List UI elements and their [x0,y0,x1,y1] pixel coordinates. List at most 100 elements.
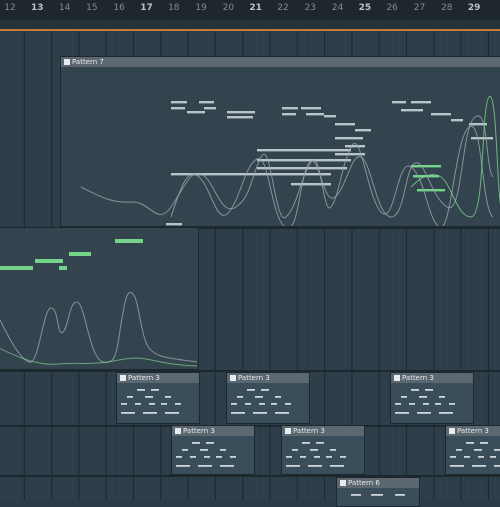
clip-header[interactable]: Pattern 3 [391,373,473,383]
note [275,396,281,398]
clip-menu-icon[interactable] [230,375,236,381]
bar-number: 16 [113,3,125,13]
note [480,442,488,444]
bar-number: 15 [86,3,98,13]
note [259,403,265,405]
pattern-3-clip[interactable]: Pattern 3 [116,372,200,424]
note [472,465,486,467]
note [466,442,474,444]
note [450,456,456,458]
note [451,119,463,122]
pattern-3-clip[interactable]: Pattern 3 [390,372,474,424]
note [149,403,155,405]
note [282,107,298,110]
note [439,396,445,398]
note [175,403,181,405]
clip-header[interactable]: Pattern 3 [227,373,309,383]
track-divider [0,475,500,477]
pattern-6-clip[interactable]: Pattern 6 [336,477,420,507]
clip-header[interactable]: Pattern 3 [446,426,500,436]
automation-curve [0,292,198,363]
note [227,111,255,114]
note [419,396,427,398]
note [165,412,179,414]
note [247,389,255,391]
note [395,412,409,414]
note [127,396,133,398]
bar-number: 28 [441,3,453,13]
clip-menu-icon[interactable] [64,59,70,65]
note [409,403,415,405]
note [474,449,482,451]
note [302,442,310,444]
note [401,109,423,112]
clip-header[interactable]: Pattern 6 [337,478,419,488]
note [306,113,324,116]
clip-title: Pattern 3 [402,374,434,382]
bar-number: 29 [467,3,481,13]
pattern-clip-left[interactable] [0,227,199,370]
note [143,412,157,414]
note [231,403,237,405]
pattern-notes [0,239,198,367]
note [171,101,187,104]
note [411,389,419,391]
clip-header[interactable]: Pattern 3 [282,426,364,436]
timeline-ruler[interactable]: 12 13 14 15 16 17 18 19 20 21 22 23 24 25 26 27 28 29 [0,0,500,21]
clip-menu-icon[interactable] [175,428,181,434]
clip-menu-icon[interactable] [394,375,400,381]
note [261,389,269,391]
note [271,403,277,405]
note [326,456,332,458]
note [316,442,324,444]
note [204,107,216,110]
pattern-3-clip[interactable]: Pattern 3 [226,372,310,424]
note [121,412,135,414]
pattern-3-clip[interactable]: Pattern 3 [445,425,500,475]
clip-menu-icon[interactable] [340,480,346,486]
note [220,465,234,467]
bar-number: 26 [386,3,398,13]
bar-number: 19 [195,3,207,13]
clip-menu-icon[interactable] [285,428,291,434]
pattern-3-clip[interactable]: Pattern 3 [281,425,365,475]
note [200,449,208,451]
note [423,403,429,405]
note [330,465,344,467]
note [190,456,196,458]
note [401,396,407,398]
note [435,403,441,405]
playlist-arrangement[interactable]: Pattern 7 Pattern 3 Pattern 3 Pattern 3 … [0,31,500,507]
note [340,456,346,458]
clip-header[interactable]: Pattern 7 [61,57,500,67]
note [69,252,91,256]
pattern-7-clip[interactable]: Pattern 7 [60,56,500,227]
clip-title: Pattern 3 [457,427,489,435]
note [478,456,484,458]
note [171,107,185,110]
note [392,101,406,104]
bar-number: 20 [222,3,235,13]
clip-menu-icon[interactable] [449,428,455,434]
note [345,145,365,148]
clip-menu-icon[interactable] [120,375,126,381]
loop-region-strip[interactable] [0,20,500,31]
note [245,403,251,405]
clip-title: Pattern 3 [183,427,215,435]
pattern-3-notes [286,442,346,467]
note [0,266,33,270]
clip-header[interactable]: Pattern 3 [172,426,254,436]
note [425,389,433,391]
note [395,494,405,496]
pattern-3-clip[interactable]: Pattern 3 [171,425,255,475]
pattern-3-notes [395,389,455,414]
note [151,389,159,391]
clip-header[interactable]: Pattern 3 [117,373,199,383]
clip-title: Pattern 3 [238,374,270,382]
note [471,137,493,140]
note [395,403,401,405]
note [417,189,445,192]
note [324,115,336,118]
note [464,456,470,458]
note [275,412,289,414]
